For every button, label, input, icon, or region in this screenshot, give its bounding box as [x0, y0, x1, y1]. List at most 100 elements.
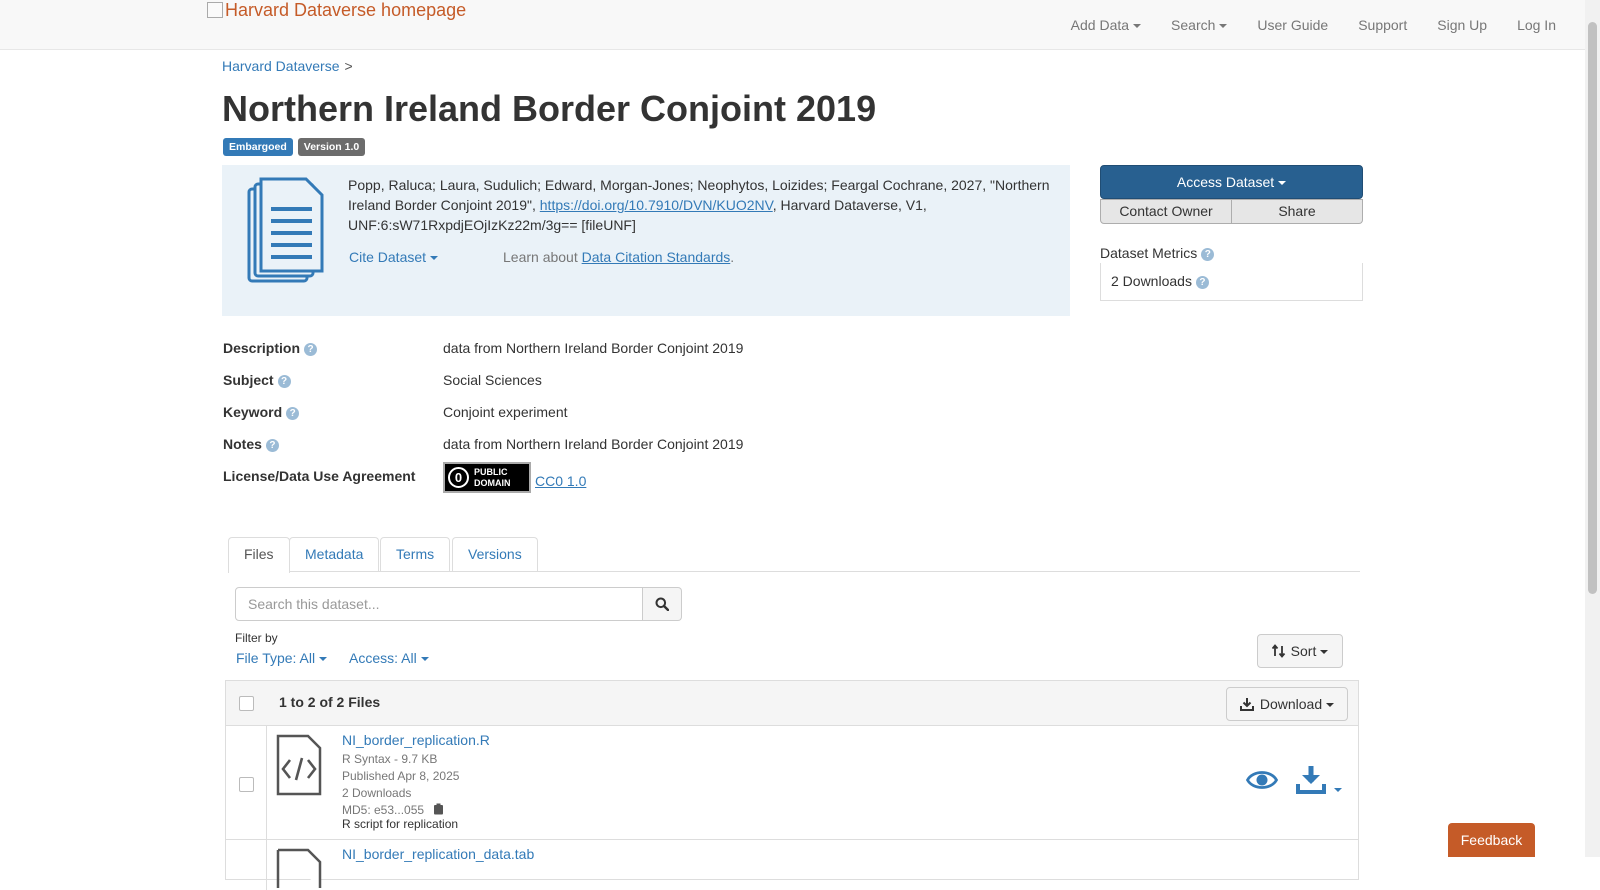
public-domain-badge: 0 PUBLIC DOMAIN	[443, 462, 531, 493]
file-name-link[interactable]: NI_border_replication.R	[342, 732, 490, 748]
caret-down-icon	[1320, 650, 1329, 655]
sort-label: Sort	[1290, 643, 1317, 659]
learn-suffix: .	[730, 249, 735, 265]
subject-row: Subject? Social Sciences	[223, 372, 1063, 404]
download-button[interactable]: Download	[1226, 687, 1348, 721]
dataset-files-icon	[247, 177, 324, 283]
zero-icon: 0	[448, 467, 469, 488]
nav-sign-up[interactable]: Sign Up	[1422, 0, 1502, 50]
embargoed-badge: Embargoed	[223, 138, 293, 156]
file-info: R Syntax - 9.7 KB Published Apr 8, 2025 …	[342, 751, 459, 819]
column-divider	[266, 840, 267, 890]
nav-search[interactable]: Search	[1156, 0, 1242, 50]
subject-key: Subject	[223, 372, 274, 388]
cite-dataset-button[interactable]: Cite Dataset	[349, 249, 439, 265]
preview-eye-icon[interactable]	[1246, 768, 1278, 792]
search-input[interactable]	[235, 587, 643, 621]
help-icon[interactable]: ?	[265, 439, 279, 452]
feedback-button[interactable]: Feedback	[1448, 823, 1535, 857]
scrollbar-thumb[interactable]	[1588, 22, 1597, 594]
download-icon	[1239, 698, 1254, 711]
clipboard-icon[interactable]	[433, 803, 444, 815]
caret-down-icon	[1326, 703, 1335, 708]
help-icon[interactable]: ?	[286, 407, 300, 420]
nav-user-guide[interactable]: User Guide	[1242, 0, 1343, 50]
file-checkbox[interactable]	[239, 777, 254, 792]
metrics-heading-text: Dataset Metrics	[1100, 245, 1198, 261]
keyword-value: Conjoint experiment	[443, 404, 568, 420]
help-icon[interactable]: ?	[277, 375, 291, 388]
dataset-summary: Description? data from Northern Ireland …	[223, 340, 1063, 508]
share-button[interactable]: Share	[1232, 199, 1363, 224]
learn-citation-text: Learn about Data Citation Standards.	[503, 249, 734, 265]
download-label: Download	[1259, 696, 1323, 712]
description-label: Description?	[223, 340, 443, 372]
files-table-header: 1 to 2 of 2 Files Download	[226, 681, 1358, 726]
license-label: License/Data Use Agreement	[223, 468, 416, 484]
dataset-metrics-box: 2 Downloads?	[1100, 263, 1363, 301]
nav-search-label: Search	[1171, 17, 1216, 33]
tab-files[interactable]: Files	[228, 537, 290, 573]
access-filter-label: Access: All	[349, 650, 417, 666]
access-filter[interactable]: Access: All	[349, 650, 429, 666]
version-badge: Version 1.0	[297, 138, 366, 156]
caret-down-icon	[1133, 24, 1142, 29]
help-icon[interactable]: ?	[304, 343, 318, 356]
description-value: data from Northern Ireland Border Conjoi…	[443, 340, 744, 356]
table-row: NI_border_replication.R R Syntax - 9.7 K…	[226, 726, 1358, 840]
tab-metadata[interactable]: Metadata	[289, 537, 380, 572]
caret-down-icon	[319, 657, 328, 662]
select-all-checkbox[interactable]	[239, 696, 254, 711]
cite-dataset-label: Cite Dataset	[349, 249, 427, 265]
nav-log-in[interactable]: Log In	[1502, 0, 1571, 50]
citation-text: Popp, Raluca; Laura, Sudulich; Edward, M…	[348, 175, 1053, 235]
subject-label: Subject?	[223, 372, 443, 404]
doi-link[interactable]: https://doi.org/10.7910/DVN/KUO2NV	[540, 197, 773, 213]
access-dataset-button[interactable]: Access Dataset	[1100, 165, 1363, 199]
nav-add-data[interactable]: Add Data	[1056, 0, 1156, 50]
file-search	[235, 587, 682, 621]
search-icon	[655, 597, 669, 611]
breadcrumb-root-link[interactable]: Harvard Dataverse	[222, 58, 340, 74]
file-md5-text: MD5: e53...055	[342, 803, 425, 817]
files-table: 1 to 2 of 2 Files Download NI_border_rep…	[225, 680, 1359, 890]
dataset-labels: Embargoed Version 1.0	[223, 138, 366, 156]
file-name-link[interactable]: NI_border_replication_data.tab	[342, 846, 534, 862]
caret-down-icon	[420, 657, 429, 662]
data-citation-standards-link[interactable]: Data Citation Standards	[582, 249, 731, 265]
file-type-filter[interactable]: File Type: All	[236, 650, 328, 666]
sort-icon	[1271, 644, 1285, 658]
table-row: NI_border_replication_data.tab	[226, 840, 1358, 890]
file-download-count: 2 Downloads	[342, 786, 412, 800]
help-icon[interactable]: ?	[1201, 248, 1215, 261]
code-file-icon	[276, 734, 322, 796]
vertical-scrollbar[interactable]	[1585, 0, 1600, 857]
keyword-row: Keyword? Conjoint experiment	[223, 404, 1063, 436]
brand-logo-link[interactable]: Harvard Dataverse homepage	[207, 0, 466, 21]
navbar: Harvard Dataverse homepage Add Data Sear…	[0, 0, 1585, 50]
file-published-date: Published Apr 8, 2025	[342, 769, 460, 783]
file-download-button[interactable]	[1296, 764, 1342, 797]
badge-line-2: DOMAIN	[474, 478, 511, 488]
subject-value: Social Sciences	[443, 372, 542, 388]
nav-support[interactable]: Support	[1343, 0, 1422, 50]
files-count: 1 to 2 of 2 Files	[279, 694, 381, 710]
help-icon[interactable]: ?	[1195, 276, 1209, 289]
file-type-filter-label: File Type: All	[236, 650, 316, 666]
column-divider	[266, 726, 267, 839]
dataset-tabs: Files Metadata Terms Versions	[228, 537, 1360, 573]
keyword-key: Keyword	[223, 404, 283, 420]
file-type-size: R Syntax - 9.7 KB	[342, 752, 438, 766]
dataset-metrics-heading: Dataset Metrics?	[1100, 245, 1215, 261]
tab-terms[interactable]: Terms	[380, 537, 451, 572]
notes-row: Notes? data from Northern Ireland Border…	[223, 436, 1063, 468]
caret-down-icon	[1333, 788, 1342, 792]
search-button[interactable]	[643, 587, 682, 621]
caret-down-icon	[1219, 24, 1228, 29]
nav-add-data-label: Add Data	[1070, 17, 1130, 33]
caret-down-icon	[430, 256, 439, 261]
contact-owner-button[interactable]: Contact Owner	[1100, 199, 1232, 224]
sort-button[interactable]: Sort	[1257, 634, 1343, 668]
license-link[interactable]: CC0 1.0	[535, 473, 586, 489]
tab-versions[interactable]: Versions	[452, 537, 538, 572]
